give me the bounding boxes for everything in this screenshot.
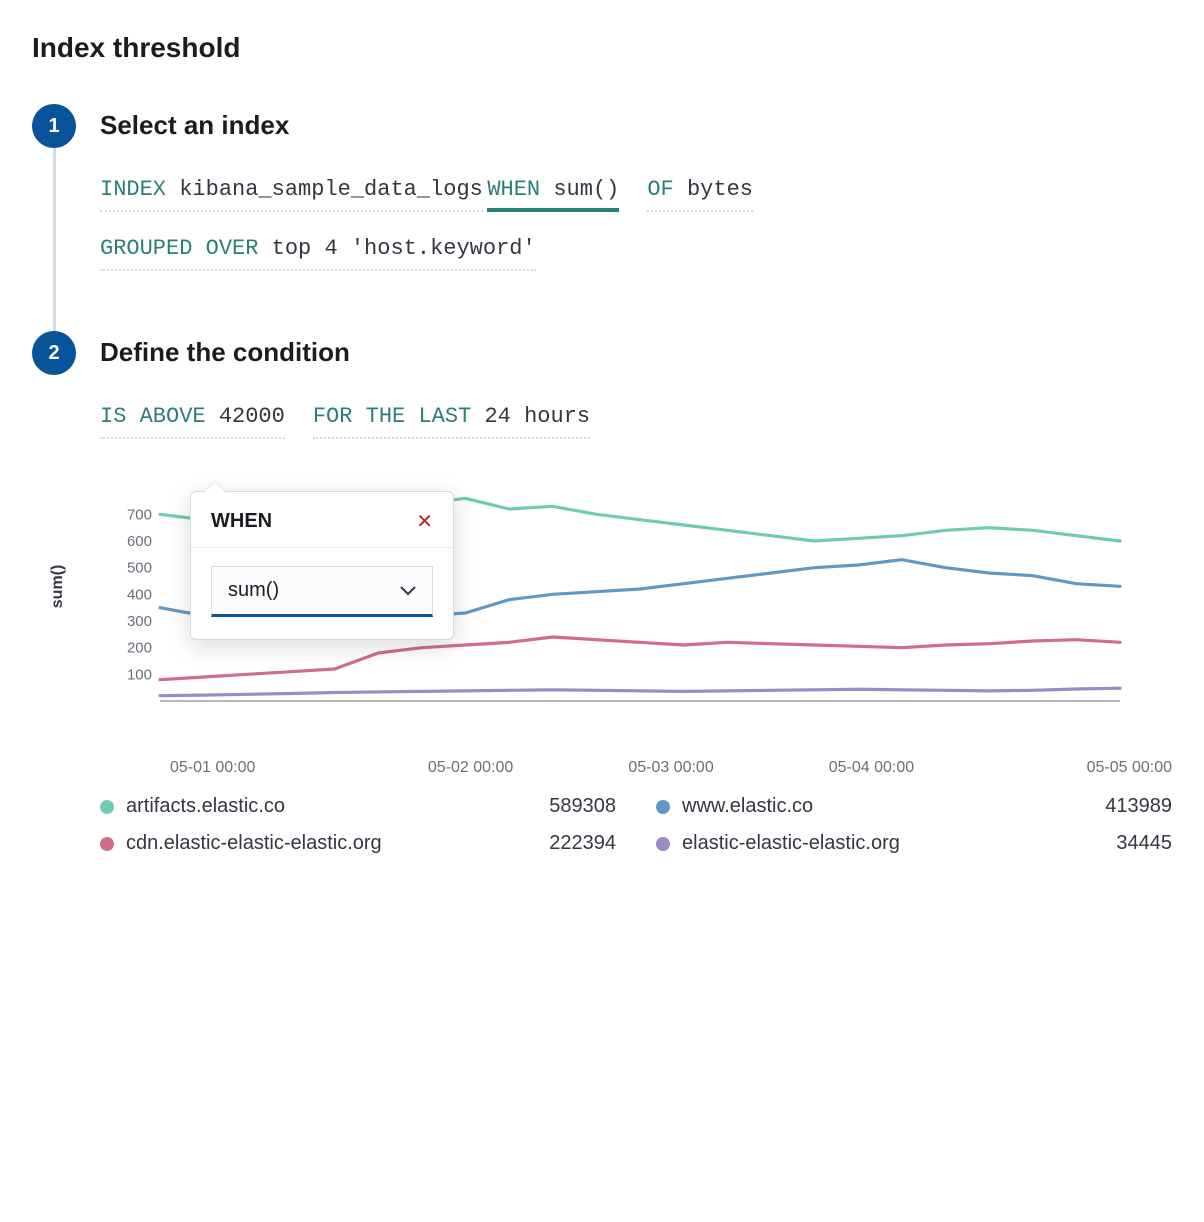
expr-above-kw: IS ABOVE [100,404,206,429]
svg-text:500: 500 [127,560,152,577]
expr-when-val: sum() [553,177,619,202]
expr-index[interactable]: INDEX kibana_sample_data_logs [100,177,483,212]
expr-grouped[interactable]: GROUPED OVER top 4 'host.keyword' [100,236,536,271]
chart-xtick: 05-02 00:00 [370,759,570,777]
legend-item[interactable]: elastic-elastic-elastic.org 34445 [656,832,1172,855]
expr-when[interactable]: WHEN sum() [487,177,619,212]
when-select[interactable]: sum() [211,566,433,617]
when-select-value: sum() [228,579,279,602]
popover-title: WHEN [211,510,272,533]
svg-text:600: 600 [127,533,152,550]
legend-item[interactable]: cdn.elastic-elastic-elastic.org 222394 [100,832,616,855]
legend-value: 589308 [549,795,616,818]
step1-title: Select an index [100,110,1172,141]
legend-name: www.elastic.co [682,795,813,818]
step-number-1: 1 [32,104,76,148]
svg-text:200: 200 [127,640,152,657]
close-icon[interactable]: ✕ [416,512,433,532]
expr-above-val: 42000 [219,404,285,429]
chart-legend: artifacts.elastic.co 589308 www.elastic.co… [100,795,1172,855]
step-select-index: 1 Select an index INDEX kibana_sample_da… [32,104,1172,295]
legend-dot-icon [656,800,670,814]
chart-xticks: 05-01 00:0005-02 00:0005-03 00:0005-04 0… [170,759,1172,777]
chart-xtick: 05-05 00:00 [972,759,1172,777]
legend-value: 413989 [1105,795,1172,818]
expr-of-kw: OF [647,177,673,202]
expr-index-kw: INDEX [100,177,166,202]
expr-grouped-kw: GROUPED OVER [100,236,258,261]
legend-name: cdn.elastic-elastic-elastic.org [126,832,382,855]
expr-is-above[interactable]: IS ABOVE 42000 [100,404,285,439]
svg-text:300: 300 [127,613,152,630]
chart-xtick: 05-03 00:00 [571,759,771,777]
legend-dot-icon [100,837,114,851]
legend-name: artifacts.elastic.co [126,795,285,818]
page-title: Index threshold [32,32,1172,64]
chart-xtick: 05-01 00:00 [170,759,370,777]
expr-grouped-val: top 4 'host.keyword' [272,236,536,261]
expr-of[interactable]: OF bytes [647,177,753,212]
chart-container: sum() 100 200 300 400 500 600 700 WHEN ✕ sum() [70,491,1172,751]
step2-title: Define the condition [100,337,1172,368]
expr-last-kw: FOR THE LAST [313,404,471,429]
expr-last-val: 24 hours [484,404,590,429]
expr-for-last[interactable]: FOR THE LAST 24 hours [313,404,590,439]
expr-when-kw: WHEN [487,177,540,202]
legend-name: elastic-elastic-elastic.org [682,832,900,855]
chevron-down-icon [400,583,416,599]
when-popover: WHEN ✕ sum() [190,491,454,640]
expr-index-val: kibana_sample_data_logs [179,177,483,202]
legend-dot-icon [656,837,670,851]
svg-text:400: 400 [127,586,152,603]
svg-text:700: 700 [127,506,152,523]
step-define-condition: 2 Define the condition IS ABOVE 42000 FO… [32,331,1172,855]
step-number-2: 2 [32,331,76,375]
legend-item[interactable]: www.elastic.co 413989 [656,795,1172,818]
chart-xtick: 05-04 00:00 [771,759,971,777]
legend-value: 34445 [1116,832,1172,855]
chart-ylabel: sum() [49,565,67,609]
legend-dot-icon [100,800,114,814]
legend-item[interactable]: artifacts.elastic.co 589308 [100,795,616,818]
legend-value: 222394 [549,832,616,855]
expr-of-val: bytes [687,177,753,202]
svg-text:100: 100 [127,666,152,683]
